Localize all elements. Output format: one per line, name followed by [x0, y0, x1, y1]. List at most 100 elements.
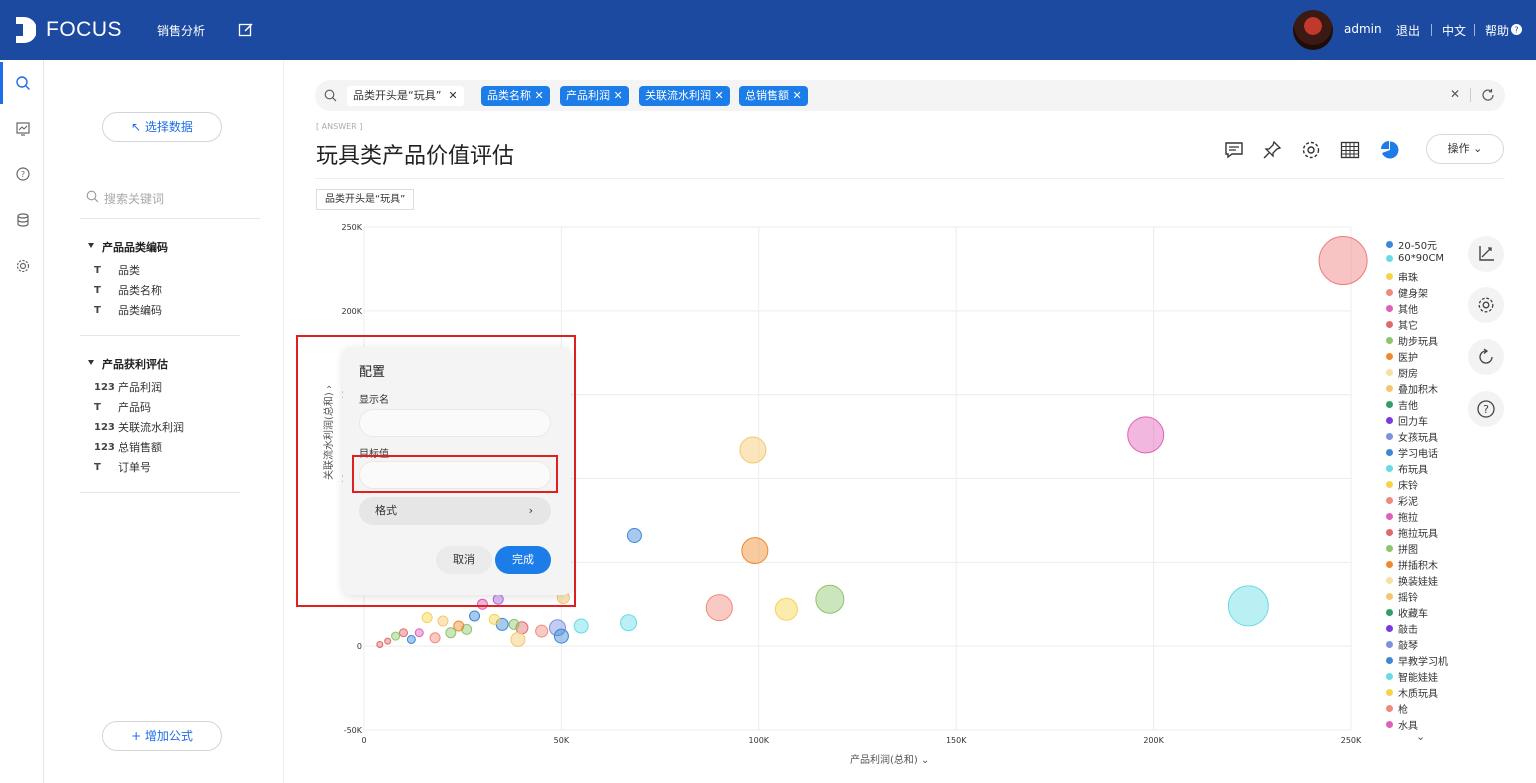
refresh-icon[interactable] — [1481, 88, 1495, 102]
legend-item[interactable]: 床铃 — [1386, 477, 1418, 492]
legend-item[interactable]: 敲琴 — [1386, 637, 1418, 652]
nav-sales-analysis[interactable]: 销售分析 — [157, 22, 205, 39]
pin-icon[interactable] — [1262, 140, 1282, 160]
condition-token[interactable]: 品类开头是“玩具” ✕ — [347, 86, 464, 106]
legend-item[interactable]: 助步玩具 — [1386, 333, 1438, 348]
legend-item[interactable]: 女孩玩具 — [1386, 429, 1438, 444]
legend-item[interactable]: 串珠 — [1386, 269, 1418, 284]
group-title[interactable]: 产品品类编码 — [102, 239, 168, 255]
legend-item[interactable]: 枪 — [1386, 701, 1408, 716]
legend-item[interactable]: 拖拉 — [1386, 509, 1418, 524]
legend-item[interactable]: 换装娃娃 — [1386, 573, 1438, 588]
legend-item[interactable]: 拼图 — [1386, 541, 1418, 556]
format-button[interactable]: 格式 › — [359, 497, 551, 525]
divider — [1474, 24, 1475, 36]
legend-item[interactable]: 医护 — [1386, 349, 1418, 364]
avatar[interactable] — [1293, 10, 1333, 50]
operations-button[interactable]: 操作 ⌄ — [1426, 134, 1504, 164]
legend-item[interactable]: 早教学习机 — [1386, 653, 1448, 668]
column-chip[interactable]: 产品利润 ✕ — [560, 86, 629, 106]
legend-item[interactable]: 敲击 — [1386, 621, 1418, 636]
collapse-triangle-icon[interactable] — [88, 243, 94, 248]
comment-icon[interactable] — [1224, 140, 1244, 160]
language-link[interactable]: 中文 — [1442, 22, 1466, 39]
dashboard-icon[interactable] — [15, 121, 31, 137]
field-type-icon: 123 — [94, 441, 115, 453]
legend-label: 枪 — [1398, 705, 1408, 716]
clear-icon[interactable]: ✕ — [1450, 87, 1460, 101]
axis-tool-button[interactable] — [1468, 236, 1504, 272]
field-item[interactable]: 123 关联流水利润 — [94, 419, 184, 435]
pie-chart-icon[interactable] — [1380, 140, 1400, 160]
legend-item[interactable]: 收藏车 — [1386, 605, 1428, 620]
legend-item[interactable]: 吉他 — [1386, 397, 1418, 412]
data-bubble — [741, 537, 769, 565]
legend-item[interactable]: 木质玩具 — [1386, 685, 1438, 700]
legend-item[interactable]: 拖拉玩具 — [1386, 525, 1438, 540]
cancel-button[interactable]: 取消 — [436, 546, 492, 574]
x-axis-label-text: 产品利润(总和) — [850, 755, 918, 766]
legend-item[interactable]: 智能娃娃 — [1386, 669, 1438, 684]
legend-dot — [1386, 305, 1393, 312]
legend-item[interactable]: 拼插积木 — [1386, 557, 1438, 572]
focus-logo[interactable]: FOCUS — [14, 14, 122, 46]
legend-item[interactable]: 其它 — [1386, 317, 1418, 332]
logout-link[interactable]: 退出 — [1396, 22, 1420, 39]
display-name-field[interactable] — [359, 409, 551, 437]
data-bubble — [573, 618, 589, 634]
legend-label: 女孩玩具 — [1398, 433, 1438, 444]
legend-item[interactable]: 叠加积木 — [1386, 381, 1438, 396]
legend-item[interactable]: 摇铃 — [1386, 589, 1418, 604]
legend-item[interactable]: 回力车 — [1386, 413, 1428, 428]
legend-item[interactable]: 布玩具 — [1386, 461, 1428, 476]
help-link[interactable]: 帮助 — [1485, 22, 1509, 39]
legend-item[interactable]: 20-50元 — [1386, 237, 1437, 252]
field-item[interactable]: T 订单号 — [94, 459, 151, 475]
divider — [80, 335, 240, 336]
database-icon[interactable] — [15, 212, 31, 228]
collapse-triangle-icon[interactable] — [88, 360, 94, 365]
field-type-icon: T — [94, 461, 101, 473]
legend-more-chevron-icon[interactable]: ⌄ — [1416, 730, 1425, 743]
column-chip[interactable]: 总销售额 ✕ — [739, 86, 808, 106]
divider — [1470, 88, 1471, 102]
query-search-bar[interactable]: 品类开头是“玩具” ✕ 品类名称 ✕ 产品利润 ✕ 关联流水利润 ✕ 总销售额 … — [315, 80, 1505, 111]
question-icon[interactable]: ? — [15, 166, 31, 182]
legend-item[interactable]: 健身架 — [1386, 285, 1428, 300]
x-tick-label: 0 — [361, 736, 366, 745]
legend-label: 吉他 — [1398, 401, 1418, 412]
field-item[interactable]: T 品类编码 — [94, 302, 162, 318]
field-item[interactable]: 123 产品利润 — [94, 379, 162, 395]
group-title[interactable]: 产品获利评估 — [102, 356, 168, 372]
settings-icon[interactable] — [1301, 140, 1321, 160]
chart-settings-button[interactable] — [1468, 287, 1504, 323]
user-name[interactable]: admin — [1344, 22, 1382, 36]
help-circle-icon[interactable]: ? — [1511, 24, 1522, 35]
legend-item[interactable]: 60*90CM — [1386, 253, 1444, 264]
field-item[interactable]: T 产品码 — [94, 399, 151, 415]
field-item[interactable]: 123 总销售额 — [94, 439, 162, 455]
legend-item[interactable]: 厨房 — [1386, 365, 1418, 380]
legend-item[interactable]: 其他 — [1386, 301, 1418, 316]
x-axis-label[interactable]: 产品利润(总和) ⌄ — [850, 751, 929, 766]
column-chip[interactable]: 品类名称 ✕ — [481, 86, 550, 106]
field-item[interactable]: T 品类名称 — [94, 282, 162, 298]
legend-item[interactable]: 学习电话 — [1386, 445, 1438, 460]
keyword-search-input[interactable]: 搜索关键词 — [104, 190, 164, 207]
filter-chip[interactable]: 品类开头是“玩具” — [316, 189, 415, 210]
legend-item[interactable]: 彩泥 — [1386, 493, 1418, 508]
column-chip[interactable]: 关联流水利润 ✕ — [639, 86, 730, 106]
select-data-button[interactable]: ↖ 选择数据 — [102, 112, 222, 142]
done-button[interactable]: 完成 — [495, 546, 551, 574]
edit-icon[interactable] — [238, 22, 254, 38]
legend-dot — [1386, 289, 1393, 296]
legend-item[interactable]: 水具 — [1386, 717, 1418, 732]
data-bubble — [398, 628, 408, 638]
gear-icon[interactable] — [15, 258, 31, 274]
refresh-chart-button[interactable] — [1468, 339, 1504, 375]
add-formula-button[interactable]: + 增加公式 — [102, 721, 222, 751]
field-item[interactable]: T 品类 — [94, 262, 140, 278]
chart-help-button[interactable]: ? — [1468, 391, 1504, 427]
search-icon[interactable] — [15, 75, 31, 91]
table-icon[interactable] — [1340, 140, 1360, 160]
